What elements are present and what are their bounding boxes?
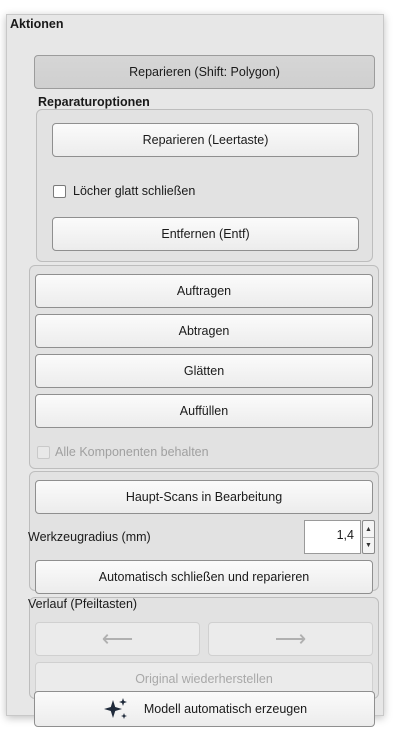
tool-radius-input[interactable]: 1,4 (304, 520, 361, 554)
spin-down-icon[interactable]: ▼ (363, 537, 374, 553)
repair-polygon-button[interactable]: Reparieren (Shift: Polygon) (34, 55, 375, 89)
sparkles-icon (103, 698, 127, 719)
actions-panel: Aktionen Reparieren (Shift: Polygon) Rep… (6, 14, 384, 727)
history-title: Verlauf (Pfeiltasten) (28, 597, 138, 611)
fill-button[interactable]: Auffüllen (35, 394, 373, 428)
repair-options-title: Reparaturoptionen (38, 95, 150, 109)
tool-radius-label: Werkzeugradius (mm) (28, 530, 151, 544)
sculpt-tools-group: Auftragen Abtragen Glätten Auffüllen All… (29, 265, 379, 469)
main-scans-button[interactable]: Haupt-Scans in Bearbeitung (35, 480, 373, 514)
scan-settings-group: Haupt-Scans in Bearbeitung Werkzeugradiu… (28, 471, 379, 594)
remove-del-button[interactable]: Entfernen (Entf) (52, 217, 359, 251)
redo-button[interactable]: ⟶ (208, 622, 373, 656)
remove-material-button[interactable]: Abtragen (35, 314, 373, 348)
smooth-holes-checkbox[interactable] (53, 185, 66, 198)
repair-space-button[interactable]: Reparieren (Leertaste) (52, 123, 359, 157)
smooth-holes-label: Löcher glatt schließen (73, 184, 196, 198)
spin-up-icon[interactable]: ▲ (363, 521, 374, 538)
tool-radius-spinner[interactable]: ▲ ▼ (362, 520, 375, 554)
undo-button[interactable]: ⟵ (35, 622, 200, 656)
history-group: Verlauf (Pfeiltasten) ⟵ ⟶ Original wiede… (28, 597, 379, 699)
auto-model-label: Modell automatisch erzeugen (143, 702, 308, 716)
auto-close-repair-button[interactable]: Automatisch schließen und reparieren (35, 560, 373, 594)
smooth-button[interactable]: Glätten (35, 354, 373, 388)
apply-button[interactable]: Auftragen (35, 274, 373, 308)
auto-model-button[interactable]: Modell automatisch erzeugen (34, 691, 375, 727)
keep-components-label: Alle Komponenten behalten (55, 445, 209, 459)
keep-components-checkbox[interactable] (37, 446, 50, 459)
panel-title: Aktionen (10, 17, 64, 31)
repair-options-group: Reparieren (Leertaste) Löcher glatt schl… (36, 109, 373, 262)
arrow-right-icon: ⟶ (274, 626, 307, 651)
arrow-left-icon: ⟵ (101, 626, 134, 651)
